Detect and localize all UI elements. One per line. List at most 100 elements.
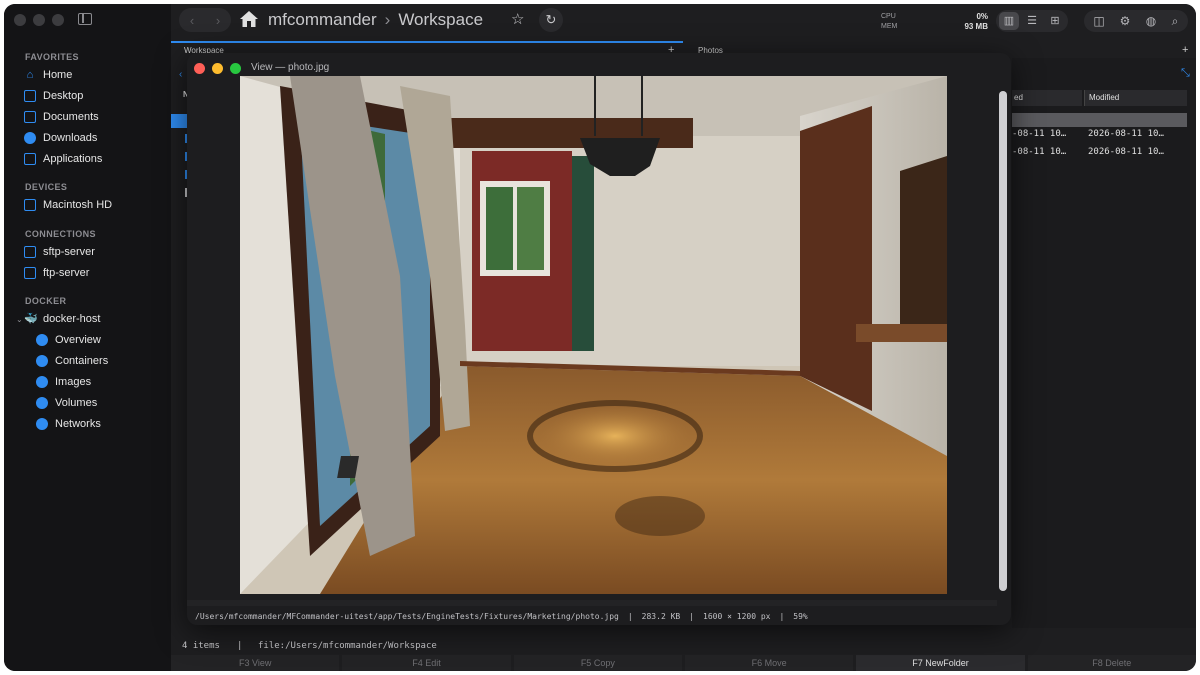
- viewer-zoom-button[interactable]: [230, 63, 241, 74]
- vertical-scrollbar[interactable]: [999, 91, 1007, 591]
- f8-delete-button[interactable]: F8 Delete: [1027, 655, 1196, 671]
- minimize-button[interactable]: [33, 14, 45, 26]
- image-viewer-window: View — photo.jpg /Users/mfcommander/MFCo…: [187, 53, 1011, 625]
- viewer-info-bar: /Users/mfcommander/MFCommander-uitest/ap…: [195, 612, 808, 621]
- row-1-modified: 2026-08-11 10…: [1088, 129, 1164, 139]
- sidebar-item-label: Images: [55, 376, 92, 388]
- sidebar-item-label: ftp-server: [43, 267, 90, 279]
- docker-title: DOCKER: [25, 296, 67, 306]
- downloads-icon: [24, 132, 36, 144]
- breadcrumb-root[interactable]: mfcommander: [268, 10, 377, 29]
- documents-icon: [24, 111, 36, 123]
- sidebar-item-label: Downloads: [43, 132, 98, 144]
- cpu-label: CPU: [881, 13, 896, 20]
- server-icon: [24, 246, 36, 258]
- containers-icon: [36, 355, 48, 367]
- sidebar-item-desktop[interactable]: Desktop: [24, 87, 164, 105]
- close-button[interactable]: [14, 14, 26, 26]
- sidebar-item-label: sftp-server: [43, 246, 95, 258]
- globe-icon[interactable]: ◍: [1141, 12, 1161, 30]
- star-icon[interactable]: ☆: [511, 10, 524, 28]
- sidebar-item-label: Home: [43, 69, 73, 81]
- search-icon[interactable]: ⌕: [1165, 12, 1185, 30]
- sidebar-item-volumes[interactable]: Volumes: [36, 394, 176, 412]
- horizontal-scrollbar[interactable]: [187, 600, 997, 606]
- sidebar-item-ftp-server[interactable]: ftp-server: [24, 264, 164, 282]
- file-path: /Users/mfcommander/MFCommander-uitest/ap…: [195, 612, 619, 621]
- f3-view-button[interactable]: F3 View: [171, 655, 340, 671]
- sidebar-item-label: Volumes: [55, 397, 98, 409]
- info-separator: |: [779, 612, 785, 621]
- home-icon: ⌂: [26, 69, 34, 81]
- forward-icon[interactable]: ›: [216, 13, 220, 28]
- breadcrumb-separator: ›: [384, 10, 391, 29]
- sidebar-item-label: docker-host: [43, 313, 101, 325]
- function-key-bar: F3 View F4 Edit F5 Copy F6 Move F7 NewFo…: [171, 655, 1196, 671]
- viewer-title: View — photo.jpg: [251, 62, 330, 73]
- sidebar-item-home[interactable]: ⌂ Home: [24, 66, 164, 84]
- sidebar-item-label: Overview: [55, 334, 101, 346]
- server-icon: [24, 267, 36, 279]
- f5-copy-button[interactable]: F5 Copy: [513, 655, 682, 671]
- f4-edit-button[interactable]: F4 Edit: [342, 655, 511, 671]
- sidebar-item-documents[interactable]: Documents: [24, 108, 164, 126]
- applications-icon: [24, 153, 36, 165]
- sidebar-item-overview[interactable]: Overview: [36, 331, 176, 349]
- home-icon[interactable]: [239, 10, 259, 28]
- drive-icon: [24, 199, 36, 211]
- zoom-level: 59%: [793, 612, 808, 621]
- column-modified[interactable]: Modified: [1084, 90, 1187, 106]
- toolbar-actions: ◫ ⚙ ◍ ⌕: [1084, 10, 1188, 32]
- left-nav-icon[interactable]: ‹: [179, 69, 182, 80]
- f7-newfolder-button[interactable]: F7 NewFolder: [856, 655, 1025, 671]
- left-file-list: ‹ N: [171, 58, 189, 628]
- sidebar-item-sftp-server[interactable]: sftp-server: [24, 243, 164, 261]
- sidebar-item-docker-host[interactable]: 🐳 docker-host: [24, 310, 164, 328]
- gear-icon[interactable]: ⚙: [1115, 12, 1135, 30]
- sidebar-item-downloads[interactable]: Downloads: [24, 129, 164, 147]
- favorites-title: FAVORITES: [25, 52, 79, 62]
- sidebar-item-macintosh-hd[interactable]: Macintosh HD: [24, 196, 164, 214]
- add-tab-right-icon[interactable]: +: [1182, 44, 1188, 56]
- viewer-close-button[interactable]: [194, 63, 205, 74]
- sidebar-item-label: Desktop: [43, 90, 84, 102]
- left-selected-row[interactable]: [171, 114, 187, 128]
- dual-pane-view-icon[interactable]: ▥: [999, 12, 1019, 30]
- expand-icon[interactable]: ⤡: [1181, 67, 1190, 80]
- sidebar: FAVORITES ⌂ Home Desktop Documents Downl…: [4, 4, 171, 671]
- sidebar-item-applications[interactable]: Applications: [24, 150, 164, 168]
- status-separator: |: [237, 641, 243, 651]
- grid-view-icon[interactable]: ⊞: [1045, 12, 1065, 30]
- selected-row[interactable]: [1012, 113, 1187, 127]
- list-view-icon[interactable]: ☰: [1022, 12, 1042, 30]
- refresh-icon[interactable]: ↻: [539, 8, 563, 32]
- current-location: file:/Users/mfcommander/Workspace: [258, 641, 437, 651]
- mem-label: MEM: [881, 23, 898, 30]
- viewer-window-controls: [194, 63, 241, 74]
- images-icon: [36, 376, 48, 388]
- sidebar-item-images[interactable]: Images: [36, 373, 176, 391]
- networks-icon: [36, 418, 48, 430]
- column-created[interactable]: ed: [1012, 90, 1082, 106]
- desktop-icon: [24, 90, 36, 102]
- sidebar-item-networks[interactable]: Networks: [36, 415, 176, 433]
- viewer-minimize-button[interactable]: [212, 63, 223, 74]
- zoom-button[interactable]: [52, 14, 64, 26]
- sidebar-item-containers[interactable]: Containers: [36, 352, 176, 370]
- docker-icon: 🐳: [24, 313, 38, 325]
- breadcrumb-current[interactable]: Workspace: [398, 10, 483, 29]
- breadcrumb: mfcommander › Workspace: [268, 10, 483, 30]
- sidebar-item-label: Containers: [55, 355, 109, 367]
- sidebar-toggle-icon[interactable]: [78, 13, 92, 25]
- chevron-down-icon[interactable]: ⌄: [16, 315, 23, 324]
- image-dimensions: 1600 × 1200 px: [703, 612, 771, 621]
- f6-move-button[interactable]: F6 Move: [684, 655, 854, 671]
- mem-value: 93 MB: [964, 22, 988, 31]
- left-tab-indicator: [171, 41, 683, 43]
- inspector-icon[interactable]: ◫: [1089, 12, 1109, 30]
- photo-image: [240, 76, 947, 594]
- app-window: FAVORITES ⌂ Home Desktop Documents Downl…: [4, 4, 1196, 671]
- row-1-created: -08-11 10…: [1012, 129, 1067, 139]
- file-size: 283.2 KB: [641, 612, 681, 621]
- back-icon[interactable]: ‹: [190, 13, 194, 28]
